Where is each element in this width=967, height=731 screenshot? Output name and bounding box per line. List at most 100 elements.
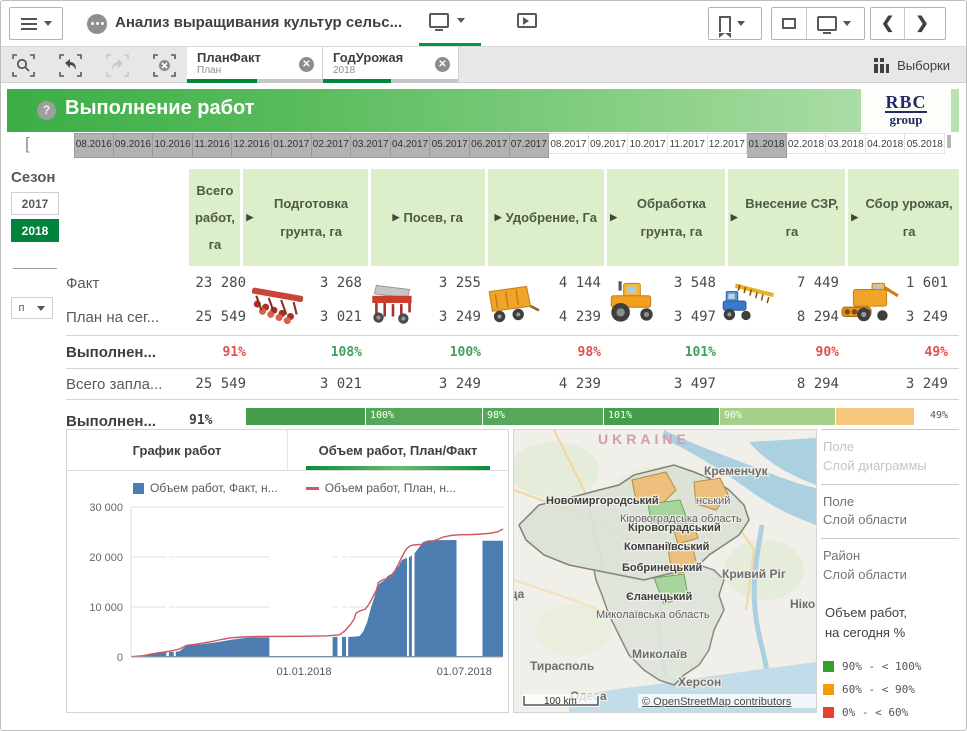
timeline-month[interactable]: 11.2016 [193, 133, 233, 158]
timeline-scrollbar-thumb[interactable] [947, 135, 951, 148]
chip-selected-value: План [197, 65, 314, 76]
row-label: План на сег... [66, 309, 189, 326]
timeline-month[interactable]: 08.2016 [74, 133, 114, 158]
cell-value: 25 549 [189, 376, 308, 392]
expand-arrow-icon: ▶ [393, 208, 400, 227]
cell-value: 3 249 [424, 376, 543, 392]
chevron-down-icon [843, 21, 851, 26]
works-chart-panel: График работОбъем работ, План/Факт Объем… [66, 429, 509, 713]
global-menu-button[interactable] [9, 7, 63, 40]
timeline-month[interactable]: 12.2017 [708, 133, 748, 154]
help-icon[interactable]: ? [37, 101, 56, 120]
chart-tab[interactable]: График работ [67, 430, 287, 470]
timeline-month[interactable]: 03.2018 [826, 133, 866, 154]
chart-tab[interactable]: Объем работ, План/Факт [287, 430, 508, 470]
plan-fact-area-chart[interactable]: 010 00020 00030 00001.01.201801.07.2018 [67, 495, 508, 720]
pivot-header-6[interactable]: ▶Внесение СЗР, га [728, 169, 846, 266]
app-info-icon[interactable] [87, 14, 107, 34]
duplicate-sheet-button[interactable] [772, 8, 806, 39]
layer-group-diagram[interactable]: Поле Слой диаграммы [821, 430, 959, 484]
svg-text:30 000: 30 000 [89, 502, 123, 514]
cell-value: 98% [543, 345, 663, 360]
selections-label: Выборки [897, 58, 950, 73]
timeline-month[interactable]: 12.2016 [232, 133, 272, 158]
next-sheet-button[interactable]: ❯ [905, 8, 938, 39]
sheet-title-bar: ? Выполнение работ RBC group [7, 89, 959, 132]
svg-text:UKRAINE: UKRAINE [598, 431, 690, 447]
timeline-handle[interactable]: [ [25, 134, 30, 154]
layer-group-area[interactable]: Поле Слой области [821, 485, 959, 539]
gauge-bar: 100% [366, 408, 482, 425]
timeline-month[interactable]: 01.2018 [747, 133, 787, 158]
timeline-month[interactable]: 10.2017 [628, 133, 668, 154]
timeline-month[interactable]: 08.2017 [549, 133, 589, 154]
cell-value: 3 249 [424, 309, 543, 325]
step-forward-selection-icon[interactable] [105, 53, 130, 78]
bookmarks-button[interactable] [708, 7, 762, 40]
gauge-bar [246, 408, 365, 425]
month-timeline-filter: [ 08.201609.201610.201611.201612.201601.… [1, 133, 967, 160]
pivot-header-3[interactable]: ▶Посев, га [371, 169, 485, 266]
season-option-2017[interactable]: 2017 [11, 192, 59, 215]
timeline-month[interactable]: 04.2017 [391, 133, 431, 158]
gauge-bar: 98% [483, 408, 603, 425]
active-sheet-indicator [419, 43, 481, 46]
layer-group-district[interactable]: Район Слой области [821, 539, 959, 593]
cell-value: 3 548 [663, 275, 778, 291]
selection-chip[interactable]: ГодУрожая2018✕ [323, 47, 459, 83]
timeline-month[interactable]: 11.2017 [668, 133, 708, 154]
timeline-month[interactable]: 02.2018 [787, 133, 827, 154]
step-back-selection-icon[interactable] [58, 53, 83, 78]
smart-search-icon[interactable] [11, 53, 36, 78]
pivot-header-2[interactable]: ▶Подготовка грунта, га [243, 169, 367, 266]
sheet-selector-button[interactable] [429, 13, 465, 28]
timeline-month[interactable]: 02.2017 [312, 133, 352, 158]
cell-value: 3 497 [663, 309, 778, 325]
pivot-header-4[interactable]: ▶Удобрение, Га [488, 169, 605, 266]
regions-map[interactable]: UKRAINE Кременчук Новомиргородський нськ… [513, 429, 817, 713]
chevron-down-icon [44, 21, 52, 26]
cell-value: 23 280 [189, 275, 308, 291]
expand-arrow-icon: ▶ [731, 208, 738, 227]
selections-tool-button[interactable]: Выборки [867, 47, 956, 83]
table-row: Факт23 2803 2683 2554 1443 5487 4491 601 [66, 266, 959, 300]
cell-value: 4 144 [543, 275, 663, 291]
svg-text:Херсон: Херсон [678, 675, 721, 689]
timeline-month[interactable]: 06.2017 [470, 133, 510, 158]
pivot-header-5[interactable]: ▶Обработка грунта, га [607, 169, 725, 266]
duplicate-icon [782, 18, 796, 29]
svg-text:Миколаївська область: Миколаївська область [596, 609, 710, 621]
timeline-month[interactable]: 09.2017 [589, 133, 629, 154]
hamburger-icon [21, 18, 37, 30]
presentation-mode-icon[interactable] [517, 13, 537, 28]
map-legend: 90% - < 100%60% - < 90%0% - < 60% [821, 646, 959, 731]
pivot-header-7[interactable]: ▶Сбор урожая, га [848, 169, 959, 266]
timeline-month[interactable]: 10.2016 [153, 133, 193, 158]
chip-clear-icon[interactable]: ✕ [435, 57, 450, 72]
chevron-left-icon: ❮ [881, 16, 894, 32]
timeline-month[interactable]: 09.2016 [114, 133, 154, 158]
season-option-2018[interactable]: 2018 [11, 219, 59, 242]
pivot-header-1[interactable]: Всего работ, га [189, 169, 240, 266]
svg-text:Бобринецький: Бобринецький [622, 562, 702, 574]
row-label: Всего запла... [66, 376, 189, 393]
timeline-month[interactable]: 07.2017 [510, 133, 550, 158]
map-attribution[interactable]: © OpenStreetMap contributors [638, 694, 816, 708]
prev-sheet-button[interactable]: ❮ [871, 8, 904, 39]
cell-value: 8 294 [778, 309, 901, 325]
timeline-month[interactable]: 01.2017 [272, 133, 312, 158]
svg-text:01.01.2018: 01.01.2018 [276, 666, 331, 678]
chip-clear-icon[interactable]: ✕ [299, 57, 314, 72]
sheet-list-button[interactable] [807, 8, 861, 39]
clear-selections-icon[interactable] [152, 53, 177, 78]
timeline-month[interactable]: 03.2017 [351, 133, 391, 158]
timeline-month[interactable]: 04.2018 [866, 133, 906, 154]
selection-chip[interactable]: ПланФактПлан✕ [187, 47, 323, 83]
row-label: Выполнен... [66, 344, 189, 361]
timeline-month[interactable]: 05.2017 [430, 133, 470, 158]
timeline-month[interactable]: 05.2018 [905, 133, 945, 154]
chart-legend: Объем работ, Факт, н...Объем работ, План… [67, 471, 508, 495]
area-swatch [133, 483, 144, 494]
season-label: Сезон [11, 169, 63, 186]
mini-dropdown[interactable]: п [11, 297, 53, 319]
